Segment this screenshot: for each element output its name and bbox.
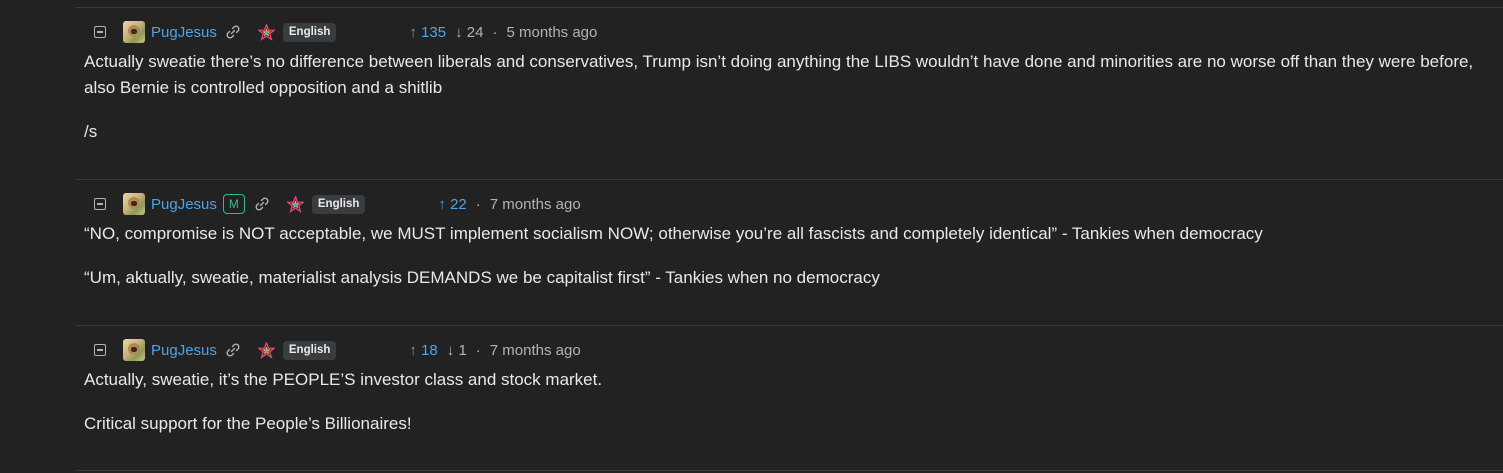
comment-paragraph: Critical support for the People’s Billio… <box>84 414 412 433</box>
comment-paragraph: “Um, aktually, sweatie, materialist anal… <box>84 268 880 287</box>
comment-body: Actually, sweatie, it’s the PEOPLE’S inv… <box>84 367 1483 437</box>
comment-paragraph: /s <box>84 122 98 141</box>
upvote-count: 135 <box>421 23 447 41</box>
comment-header: PugJesus M English ↑ 22 · 7 months ago <box>84 192 1483 216</box>
collapse-icon[interactable] <box>94 26 106 38</box>
instance-star-icon <box>257 341 275 359</box>
avatar[interactable] <box>123 339 145 361</box>
link-icon[interactable] <box>225 342 241 358</box>
comment: PugJesus M English ↑ 22 · 7 months ago “… <box>84 192 1483 291</box>
timestamp[interactable]: 7 months ago <box>490 196 581 213</box>
comment-header: PugJesus English ↑ 18 ↓ 1 · 7 months ago <box>84 338 1483 362</box>
instance-star-icon <box>286 195 304 213</box>
username-link[interactable]: PugJesus <box>151 24 217 41</box>
collapse-icon[interactable] <box>94 198 106 210</box>
divider <box>75 7 1503 8</box>
link-icon[interactable] <box>254 196 270 212</box>
separator-dot: · <box>492 23 498 41</box>
instance-star-icon <box>257 23 275 41</box>
divider <box>75 179 1503 180</box>
timestamp[interactable]: 5 months ago <box>506 24 597 41</box>
separator-dot: · <box>475 341 481 359</box>
separator-dot: · <box>475 195 481 213</box>
comment-paragraph: Actually, sweatie, it’s the PEOPLE’S inv… <box>84 370 603 389</box>
language-badge: English <box>282 340 337 360</box>
vote-summary: ↑ 18 ↓ 1 · 7 months ago <box>409 342 580 359</box>
upvote-button[interactable]: ↑ 18 <box>409 342 437 359</box>
arrow-up-icon: ↑ <box>438 195 446 213</box>
arrow-up-icon: ↑ <box>409 23 417 41</box>
comment: PugJesus English ↑ 135 ↓ 24 · 5 months a… <box>84 20 1483 145</box>
divider <box>75 325 1503 326</box>
upvote-count: 18 <box>421 341 438 359</box>
comment-header: PugJesus English ↑ 135 ↓ 24 · 5 months a… <box>84 20 1483 44</box>
comment-body: Actually sweatie there’s no difference b… <box>84 49 1483 145</box>
divider <box>75 470 1503 471</box>
avatar[interactable] <box>123 21 145 43</box>
moderator-badge: M <box>222 194 245 214</box>
downvote-count: 24 <box>466 23 484 41</box>
timestamp[interactable]: 7 months ago <box>490 342 581 359</box>
vote-summary: ↑ 22 · 7 months ago <box>438 196 580 213</box>
collapse-icon[interactable] <box>94 344 106 356</box>
vote-summary: ↑ 135 ↓ 24 · 5 months ago <box>409 24 597 41</box>
comment-paragraph: “NO, compromise is NOT acceptable, we MU… <box>84 224 1263 243</box>
language-badge: English <box>311 194 366 214</box>
link-icon[interactable] <box>225 24 241 40</box>
comment-thread: PugJesus English ↑ 135 ↓ 24 · 5 months a… <box>0 0 1503 473</box>
username-link[interactable]: PugJesus <box>151 342 217 359</box>
downvote-count: 1 <box>458 341 467 359</box>
comment-paragraph: Actually sweatie there’s no difference b… <box>84 52 1474 97</box>
downvote-button[interactable]: ↓ 1 <box>447 342 467 359</box>
avatar[interactable] <box>123 193 145 215</box>
username-link[interactable]: PugJesus <box>151 196 217 213</box>
upvote-button[interactable]: ↑ 135 <box>409 24 446 41</box>
arrow-up-icon: ↑ <box>409 341 417 359</box>
language-badge: English <box>282 22 337 42</box>
downvote-button[interactable]: ↓ 24 <box>455 24 483 41</box>
comment-body: “NO, compromise is NOT acceptable, we MU… <box>84 221 1483 291</box>
upvote-count: 22 <box>450 195 467 213</box>
comment: PugJesus English ↑ 18 ↓ 1 · 7 months ago… <box>84 338 1483 437</box>
arrow-down-icon: ↓ <box>455 23 463 41</box>
arrow-down-icon: ↓ <box>446 341 455 359</box>
upvote-button[interactable]: ↑ 22 <box>438 196 466 213</box>
